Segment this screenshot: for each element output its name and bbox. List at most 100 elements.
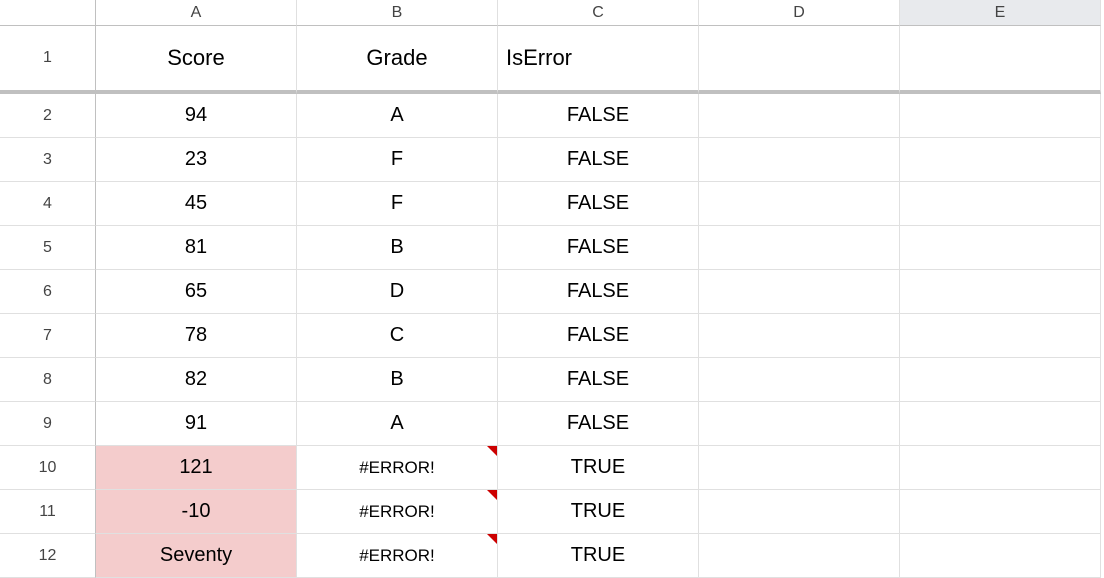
cell-text: TRUE [571,544,625,567]
cell-c5[interactable]: FALSE [498,226,699,270]
row-header-2[interactable]: 2 [0,94,96,138]
cell-b7[interactable]: C [297,314,498,358]
cell-a11[interactable]: -10 [96,490,297,534]
cell-d8[interactable] [699,358,900,402]
cell-text: FALSE [567,368,629,391]
cell-text: 121 [179,456,212,479]
cell-b3[interactable]: F [297,138,498,182]
cell-e1[interactable] [900,26,1101,94]
cell-b6[interactable]: D [297,270,498,314]
spreadsheet-grid: ABCDE1ScoreGradeIsError294AFALSE323FFALS… [0,0,1104,578]
cell-d4[interactable] [699,182,900,226]
cell-e4[interactable] [900,182,1101,226]
cell-e8[interactable] [900,358,1101,402]
cell-text: FALSE [567,104,629,127]
cell-d1[interactable] [699,26,900,94]
cell-e12[interactable] [900,534,1101,578]
cell-text: FALSE [567,412,629,435]
cell-d5[interactable] [699,226,900,270]
cell-b1[interactable]: Grade [297,26,498,94]
cell-d6[interactable] [699,270,900,314]
cell-d3[interactable] [699,138,900,182]
cell-e2[interactable] [900,94,1101,138]
cell-d7[interactable] [699,314,900,358]
row-header-3[interactable]: 3 [0,138,96,182]
cell-text: #ERROR! [359,546,435,566]
cell-b11[interactable]: #ERROR! [297,490,498,534]
cell-c10[interactable]: TRUE [498,446,699,490]
cell-b9[interactable]: A [297,402,498,446]
cell-text: B [390,368,403,391]
cell-a10[interactable]: 121 [96,446,297,490]
column-header-d[interactable]: D [699,0,900,26]
cell-a5[interactable]: 81 [96,226,297,270]
cell-text: 91 [185,412,207,435]
cell-c2[interactable]: FALSE [498,94,699,138]
corner-cell[interactable] [0,0,96,26]
row-header-9[interactable]: 9 [0,402,96,446]
row-header-12[interactable]: 12 [0,534,96,578]
cell-c12[interactable]: TRUE [498,534,699,578]
row-header-11[interactable]: 11 [0,490,96,534]
error-indicator-icon[interactable] [487,534,497,544]
cell-e6[interactable] [900,270,1101,314]
cell-b2[interactable]: A [297,94,498,138]
cell-a7[interactable]: 78 [96,314,297,358]
cell-text: -10 [182,500,211,523]
column-header-e[interactable]: E [900,0,1101,26]
cell-e9[interactable] [900,402,1101,446]
row-header-4[interactable]: 4 [0,182,96,226]
row-header-10[interactable]: 10 [0,446,96,490]
cell-a9[interactable]: 91 [96,402,297,446]
cell-e5[interactable] [900,226,1101,270]
cell-text: FALSE [567,192,629,215]
cell-a2[interactable]: 94 [96,94,297,138]
column-header-b[interactable]: B [297,0,498,26]
row-header-1[interactable]: 1 [0,26,96,94]
cell-e3[interactable] [900,138,1101,182]
cell-text: FALSE [567,148,629,171]
cell-c3[interactable]: FALSE [498,138,699,182]
cell-d9[interactable] [699,402,900,446]
cell-b10[interactable]: #ERROR! [297,446,498,490]
cell-c4[interactable]: FALSE [498,182,699,226]
cell-d12[interactable] [699,534,900,578]
cell-a12[interactable]: Seventy [96,534,297,578]
cell-a6[interactable]: 65 [96,270,297,314]
cell-a1[interactable]: Score [96,26,297,94]
error-indicator-icon[interactable] [487,446,497,456]
cell-c1[interactable]: IsError [498,26,699,94]
error-indicator-icon[interactable] [487,490,497,500]
cell-e7[interactable] [900,314,1101,358]
row-header-5[interactable]: 5 [0,226,96,270]
cell-b12[interactable]: #ERROR! [297,534,498,578]
cell-c8[interactable]: FALSE [498,358,699,402]
cell-c9[interactable]: FALSE [498,402,699,446]
cell-c7[interactable]: FALSE [498,314,699,358]
column-header-a[interactable]: A [96,0,297,26]
cell-a3[interactable]: 23 [96,138,297,182]
cell-b8[interactable]: B [297,358,498,402]
cell-d11[interactable] [699,490,900,534]
cell-text: D [390,280,404,303]
cell-a4[interactable]: 45 [96,182,297,226]
cell-d2[interactable] [699,94,900,138]
cell-text: Seventy [160,544,232,567]
cell-text: #ERROR! [359,458,435,478]
cell-d10[interactable] [699,446,900,490]
cell-c6[interactable]: FALSE [498,270,699,314]
cell-b5[interactable]: B [297,226,498,270]
cell-text: 94 [185,104,207,127]
cell-c11[interactable]: TRUE [498,490,699,534]
cell-e11[interactable] [900,490,1101,534]
cell-text: TRUE [571,456,625,479]
cell-e10[interactable] [900,446,1101,490]
cell-b4[interactable]: F [297,182,498,226]
cell-text: #ERROR! [359,502,435,522]
cell-a8[interactable]: 82 [96,358,297,402]
row-header-7[interactable]: 7 [0,314,96,358]
row-header-8[interactable]: 8 [0,358,96,402]
row-header-6[interactable]: 6 [0,270,96,314]
column-header-c[interactable]: C [498,0,699,26]
cell-text: 81 [185,236,207,259]
